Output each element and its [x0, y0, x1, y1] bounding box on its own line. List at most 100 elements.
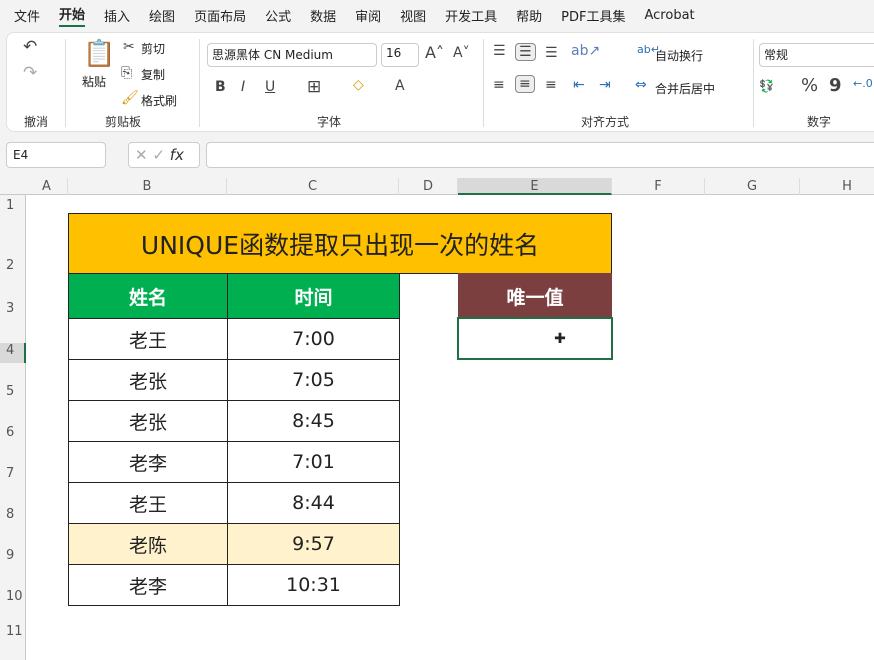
fx-icon[interactable]: fx: [170, 146, 184, 164]
menu-data[interactable]: 数据: [310, 6, 336, 25]
row-header[interactable]: 11: [0, 624, 26, 639]
menu-bar: 文件 开始 插入 绘图 页面布局 公式 数据 审阅 视图 开发工具 帮助 PDF…: [0, 0, 874, 30]
undo-icon[interactable]: ↶: [23, 37, 37, 57]
menu-help[interactable]: 帮助: [516, 6, 542, 25]
font-name-select[interactable]: 思源黑体 CN Medium: [207, 43, 377, 67]
header-name[interactable]: 姓名: [68, 273, 228, 319]
menu-review[interactable]: 审阅: [355, 6, 381, 25]
decrease-font-icon[interactable]: A˅: [453, 45, 470, 61]
menu-page-layout[interactable]: 页面布局: [194, 6, 246, 25]
name-box[interactable]: E4: [6, 142, 106, 168]
row-header[interactable]: 1: [0, 198, 26, 213]
formula-buttons: ✕ ✓ fx: [128, 142, 200, 168]
time-cell[interactable]: 7:01: [227, 441, 400, 483]
cut-button[interactable]: 剪切: [141, 40, 165, 57]
decrease-indent-icon[interactable]: ⇤: [573, 77, 585, 93]
number-format-select[interactable]: 常规: [759, 43, 874, 67]
col-header-c[interactable]: C: [227, 178, 399, 195]
copy-icon: ⎘: [121, 65, 132, 81]
title-cell[interactable]: UNIQUE函数提取只出现一次的姓名: [68, 213, 612, 274]
row-headers: 1 2 3 4 5 6 7 8 9 10 11: [0, 195, 26, 660]
name-cell[interactable]: 老张: [68, 400, 228, 442]
menu-pdf-tools[interactable]: PDF工具集: [561, 6, 625, 25]
merge-center-button[interactable]: 合并后居中: [655, 80, 715, 97]
increase-decimal-icon[interactable]: ←.0: [853, 77, 873, 90]
percent-button[interactable]: %: [801, 75, 818, 96]
copy-button[interactable]: 复制: [141, 66, 165, 83]
clipboard-group-label: 剪贴板: [105, 113, 141, 130]
menu-developer[interactable]: 开发工具: [445, 6, 497, 25]
name-cell[interactable]: 老张: [68, 359, 228, 401]
col-header-d[interactable]: D: [399, 178, 458, 195]
time-cell[interactable]: 8:45: [227, 400, 400, 442]
menu-formulas[interactable]: 公式: [265, 6, 291, 25]
name-cell[interactable]: 老王: [68, 318, 228, 360]
fill-color-icon[interactable]: ◇: [353, 77, 364, 93]
font-size-select[interactable]: 16: [381, 43, 419, 67]
row-header[interactable]: 3: [0, 301, 26, 316]
col-header-b[interactable]: B: [68, 178, 227, 195]
orientation-icon[interactable]: ab↗: [571, 43, 600, 59]
menu-draw[interactable]: 绘图: [149, 6, 175, 25]
name-cell[interactable]: 老王: [68, 482, 228, 524]
align-left-icon[interactable]: ≡: [493, 77, 505, 93]
name-cell[interactable]: 老陈: [68, 523, 228, 565]
time-cell[interactable]: 10:31: [227, 564, 400, 606]
cursor-cross-icon: ✚: [554, 331, 566, 347]
time-cell[interactable]: 8:44: [227, 482, 400, 524]
time-cell[interactable]: 9:57: [227, 523, 400, 565]
row-header[interactable]: 6: [0, 425, 26, 440]
row-header[interactable]: 9: [0, 548, 26, 563]
paste-button[interactable]: 粘贴: [82, 73, 106, 90]
format-painter-button[interactable]: 格式刷: [141, 92, 177, 109]
increase-indent-icon[interactable]: ⇥: [599, 77, 611, 93]
selected-cell-e4[interactable]: ✚: [457, 317, 613, 360]
col-header-f[interactable]: F: [612, 178, 705, 195]
col-header-h[interactable]: H: [800, 178, 874, 195]
row-header[interactable]: 8: [0, 507, 26, 522]
align-middle-icon[interactable]: ☰: [515, 43, 536, 61]
row-header[interactable]: 5: [0, 384, 26, 399]
redo-icon[interactable]: ↷: [23, 63, 37, 83]
font-color-button[interactable]: A: [395, 78, 405, 94]
col-header-e[interactable]: E: [458, 178, 612, 195]
menu-view[interactable]: 视图: [400, 6, 426, 25]
col-header-a[interactable]: A: [26, 178, 68, 195]
align-bottom-icon[interactable]: ☰: [545, 45, 558, 61]
align-right-icon[interactable]: ≡: [545, 77, 557, 93]
scissors-icon: ✂: [123, 39, 135, 55]
header-time[interactable]: 时间: [227, 273, 400, 319]
sheet-grid[interactable]: UNIQUE函数提取只出现一次的姓名 姓名 时间 唯一值 老王 7:00老张 7…: [26, 195, 874, 660]
paste-icon[interactable]: 📋: [83, 39, 115, 69]
increase-font-icon[interactable]: A˄: [425, 43, 444, 62]
row-header[interactable]: 4: [0, 343, 26, 363]
name-cell[interactable]: 老李: [68, 441, 228, 483]
borders-icon[interactable]: ⊞: [307, 77, 321, 97]
alignment-group-label: 对齐方式: [581, 113, 629, 130]
row-header[interactable]: 2: [0, 258, 26, 273]
wrap-text-button[interactable]: 自动换行: [655, 47, 703, 64]
menu-file[interactable]: 文件: [14, 6, 40, 25]
header-unique[interactable]: 唯一值: [458, 273, 612, 319]
align-top-icon[interactable]: ☰: [493, 43, 506, 59]
row-header[interactable]: 7: [0, 466, 26, 481]
menu-insert[interactable]: 插入: [104, 6, 130, 25]
font-group-label: 字体: [317, 113, 341, 130]
align-center-icon[interactable]: ≡: [515, 75, 535, 93]
name-cell[interactable]: 老李: [68, 564, 228, 606]
column-headers: A B C D E F G H: [0, 178, 874, 195]
time-cell[interactable]: 7:00: [227, 318, 400, 360]
row-header[interactable]: 10: [0, 589, 26, 604]
bold-button[interactable]: B: [215, 79, 226, 95]
enter-icon[interactable]: ✓: [152, 146, 165, 164]
comma-button[interactable]: 9: [829, 75, 842, 96]
underline-button[interactable]: U: [265, 79, 275, 95]
cancel-icon[interactable]: ✕: [135, 146, 148, 164]
col-header-g[interactable]: G: [705, 178, 800, 195]
menu-acrobat[interactable]: Acrobat: [645, 8, 695, 23]
formula-input[interactable]: [206, 142, 874, 168]
menu-home[interactable]: 开始: [59, 4, 85, 27]
time-cell[interactable]: 7:05: [227, 359, 400, 401]
accounting-icon[interactable]: 💱: [759, 79, 774, 93]
italic-button[interactable]: I: [241, 79, 245, 95]
